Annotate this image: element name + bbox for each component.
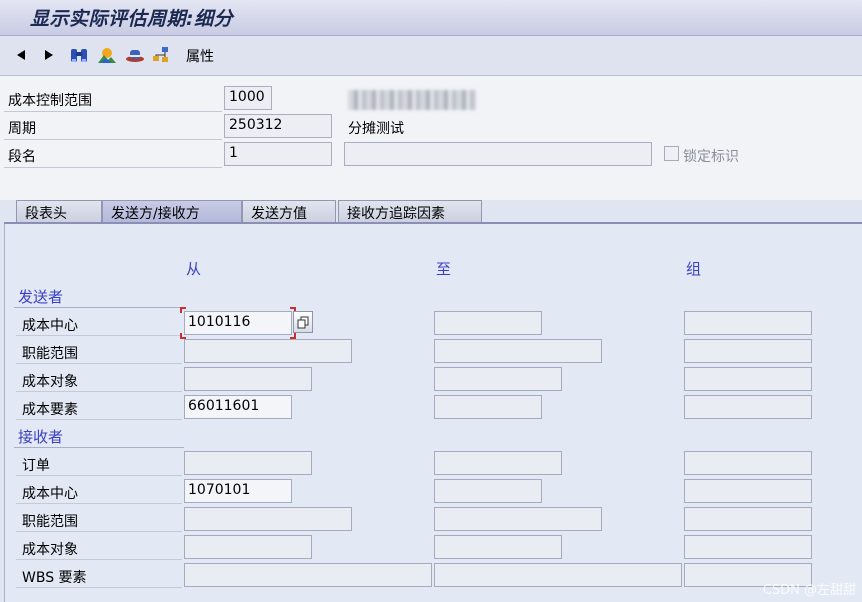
sender-cost-object-group[interactable] bbox=[684, 367, 812, 391]
multiple-selection-icon[interactable] bbox=[293, 311, 313, 333]
receiver-functional-area-group[interactable] bbox=[684, 507, 812, 531]
sender-group-title: 发送者 bbox=[18, 288, 64, 306]
receiver-wbs-element-to[interactable] bbox=[434, 563, 682, 587]
segment-description-field[interactable] bbox=[344, 142, 652, 166]
row-underline bbox=[16, 391, 182, 392]
tab-sender-values[interactable]: 发送方值 bbox=[242, 200, 336, 224]
column-header-to: 至 bbox=[436, 260, 452, 278]
receiver-functional-area-to[interactable] bbox=[434, 507, 602, 531]
receiver-wbs-element-from[interactable] bbox=[184, 563, 432, 587]
sender-cost-element-to[interactable] bbox=[434, 395, 542, 419]
sender-row-label: 成本对象 bbox=[22, 374, 78, 390]
row-underline bbox=[16, 503, 182, 504]
segment-field[interactable]: 1 bbox=[224, 142, 332, 166]
sender-cost-object-from[interactable] bbox=[184, 367, 312, 391]
next-arrow-icon[interactable] bbox=[42, 44, 56, 66]
sender-functional-area-from[interactable] bbox=[184, 339, 352, 363]
period-label: 周期 bbox=[8, 121, 36, 137]
row-underline bbox=[16, 363, 182, 364]
hat-icon[interactable] bbox=[124, 44, 146, 66]
column-header-group: 组 bbox=[686, 260, 702, 278]
receiver-row-label: 职能范围 bbox=[22, 514, 78, 530]
sender-row-label: 职能范围 bbox=[22, 346, 78, 362]
binoculars-icon[interactable] bbox=[68, 44, 90, 66]
receiver-group-title: 接收者 bbox=[18, 428, 64, 446]
label-underline bbox=[4, 167, 222, 168]
receiver-row-label: WBS 要素 bbox=[22, 570, 87, 586]
receiver-row-label: 成本中心 bbox=[22, 486, 78, 502]
receiver-cost-center-to[interactable] bbox=[434, 479, 542, 503]
landscape-picture-icon[interactable] bbox=[96, 44, 118, 66]
previous-arrow-icon[interactable] bbox=[14, 44, 28, 66]
sender-cost-element-group[interactable] bbox=[684, 395, 812, 419]
controlling-area-field[interactable]: 1000 bbox=[224, 86, 272, 110]
row-underline bbox=[16, 587, 182, 588]
row-underline bbox=[16, 531, 182, 532]
hierarchy-structure-icon[interactable] bbox=[150, 44, 172, 66]
row-underline bbox=[16, 419, 182, 420]
sender-cost-element-from[interactable]: 66011601 bbox=[184, 395, 292, 419]
receiver-cost-object-group[interactable] bbox=[684, 535, 812, 559]
receiver-order-from[interactable] bbox=[184, 451, 312, 475]
sender-functional-area-to[interactable] bbox=[434, 339, 602, 363]
lock-indicator-label: 锁定标识 bbox=[683, 149, 739, 165]
tab-sender-receiver[interactable]: 发送方/接收方 bbox=[102, 200, 242, 224]
sender-row-label: 成本中心 bbox=[22, 318, 78, 334]
cycle-description: 分摊测试 bbox=[348, 121, 404, 137]
sender-cost-center-group[interactable] bbox=[684, 311, 812, 335]
receiver-cost-center-from[interactable]: 1070101 bbox=[184, 479, 292, 503]
receiver-cost-object-from[interactable] bbox=[184, 535, 312, 559]
segment-label: 段名 bbox=[8, 149, 36, 165]
receiver-cost-center-group[interactable] bbox=[684, 479, 812, 503]
receiver-row-label: 成本对象 bbox=[22, 542, 78, 558]
blurred-controlling-area-text bbox=[348, 90, 476, 110]
lock-indicator-checkbox[interactable] bbox=[664, 146, 679, 161]
focus-marker bbox=[180, 307, 296, 339]
row-underline bbox=[16, 559, 182, 560]
watermark-text: CSDN @左甜甜 bbox=[762, 583, 856, 598]
sender-cost-object-to[interactable] bbox=[434, 367, 562, 391]
application-toolbar: 属性 bbox=[0, 36, 862, 76]
group-divider bbox=[14, 447, 184, 448]
receiver-row-label: 订单 bbox=[22, 458, 50, 474]
receiver-order-group[interactable] bbox=[684, 451, 812, 475]
attributes-button[interactable]: 属性 bbox=[186, 46, 214, 66]
sender-row-label: 成本要素 bbox=[22, 402, 78, 418]
receiver-order-to[interactable] bbox=[434, 451, 562, 475]
receiver-cost-object-to[interactable] bbox=[434, 535, 562, 559]
tab-segment-header[interactable]: 段表头 bbox=[16, 200, 102, 224]
group-divider bbox=[14, 307, 184, 308]
period-field[interactable]: 250312 bbox=[224, 114, 332, 138]
receiver-functional-area-from[interactable] bbox=[184, 507, 352, 531]
column-header-from: 从 bbox=[186, 260, 202, 278]
row-underline bbox=[16, 475, 182, 476]
title-bar: 显示实际评估周期:细分 bbox=[0, 0, 862, 36]
row-underline bbox=[16, 335, 182, 336]
label-underline bbox=[4, 111, 222, 112]
sender-functional-area-group[interactable] bbox=[684, 339, 812, 363]
sender-cost-center-to[interactable] bbox=[434, 311, 542, 335]
label-underline bbox=[4, 139, 222, 140]
tab-receiver-tracing-factor[interactable]: 接收方追踪因素 bbox=[338, 200, 482, 224]
page-title: 显示实际评估周期:细分 bbox=[30, 8, 234, 30]
controlling-area-label: 成本控制范围 bbox=[8, 93, 92, 109]
